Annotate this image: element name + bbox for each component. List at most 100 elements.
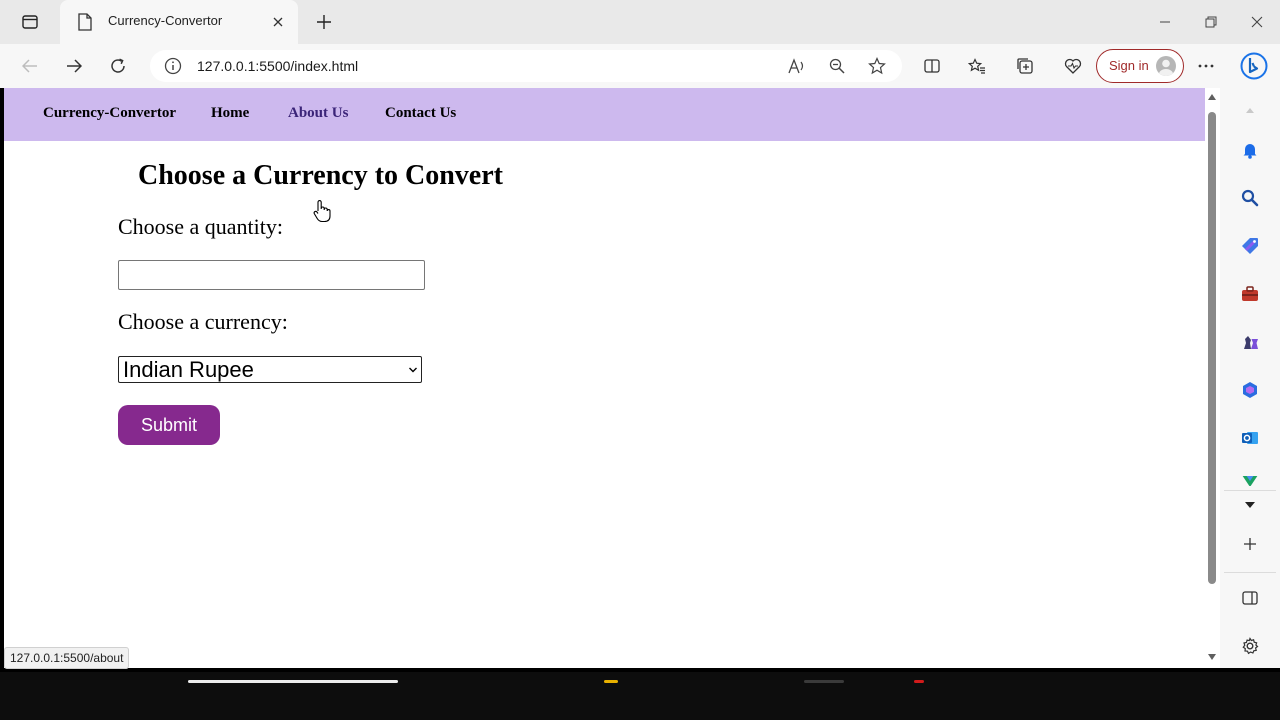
scroll-up-arrow-icon[interactable]: [1208, 94, 1216, 100]
submit-button[interactable]: Submit: [118, 405, 220, 445]
refresh-button[interactable]: [104, 52, 132, 80]
close-icon: [273, 17, 283, 27]
outlook-icon: [1242, 432, 1258, 444]
sidebar-divider: [1224, 572, 1276, 573]
currency-selected-value: Indian Rupee: [123, 357, 254, 382]
arrow-left-icon: [22, 59, 37, 73]
chevron-down-icon: [1245, 502, 1255, 508]
page-favicon-icon: [78, 13, 92, 31]
office-icon: [1243, 382, 1257, 398]
tab-close-button[interactable]: [268, 12, 288, 32]
url-text[interactable]: 127.0.0.1:5500/index.html: [197, 58, 358, 74]
sidebar-scroll-up-icon[interactable]: [1245, 106, 1255, 114]
favorites-button[interactable]: [963, 52, 991, 80]
back-button[interactable]: [16, 52, 44, 80]
panel-icon: [1242, 591, 1258, 605]
sidebar-settings-button[interactable]: [1240, 636, 1260, 656]
sidebar-item-tools[interactable]: [1240, 284, 1260, 304]
bell-icon: [1243, 144, 1257, 159]
collections-button[interactable]: [1011, 52, 1039, 80]
copilot-button[interactable]: [1238, 50, 1270, 82]
minimize-button[interactable]: [1151, 10, 1179, 34]
briefcase-icon: [1242, 286, 1258, 301]
star-icon: [868, 57, 886, 75]
status-url-tooltip: 127.0.0.1:5500/about: [4, 647, 130, 669]
taskbar-app-icon[interactable]: [604, 680, 618, 683]
zoom-button[interactable]: [827, 56, 847, 76]
active-tab[interactable]: Currency-Convertor: [60, 0, 298, 44]
restore-icon: [1205, 16, 1217, 28]
read-aloud-icon: [788, 58, 804, 74]
browser-toolbar: 127.0.0.1:5500/index.html Sign in: [0, 44, 1280, 88]
plus-icon: [1244, 538, 1256, 550]
favorite-button[interactable]: [867, 56, 887, 76]
taskbar-app-icon[interactable]: [804, 680, 844, 683]
sidebar-item-shopping[interactable]: [1240, 236, 1260, 256]
sidebar-hide-button[interactable]: [1240, 588, 1260, 608]
sidebar-expand-button[interactable]: [1240, 495, 1260, 515]
chevron-down-icon: [409, 367, 417, 373]
sidebar-add-button[interactable]: [1240, 534, 1260, 554]
close-icon: [1251, 16, 1263, 28]
currency-label: Choose a currency:: [118, 309, 288, 334]
nav-brand-link[interactable]: Currency-Convertor: [43, 105, 176, 122]
nav-home-link[interactable]: Home: [211, 105, 249, 122]
read-aloud-button[interactable]: [787, 56, 807, 76]
sidebar-item-outlook[interactable]: [1240, 428, 1260, 448]
sidebar-item-office[interactable]: [1240, 380, 1260, 400]
arrow-right-icon: [67, 59, 82, 73]
browser-essentials-button[interactable]: [1059, 52, 1087, 80]
new-tab-button[interactable]: [312, 11, 336, 33]
tab-actions-button[interactable]: [16, 12, 44, 32]
forward-button[interactable]: [60, 52, 88, 80]
scroll-down-arrow-icon[interactable]: [1208, 654, 1216, 660]
info-icon[interactable]: [164, 57, 182, 75]
edge-sidebar: [1220, 88, 1280, 668]
address-bar[interactable]: 127.0.0.1:5500/index.html: [150, 50, 902, 82]
quantity-label: Choose a quantity:: [118, 214, 283, 239]
search-icon: [1241, 189, 1259, 207]
currency-select[interactable]: Indian Rupee: [118, 356, 422, 383]
os-taskbar: [0, 672, 1280, 720]
tab-actions-icon: [22, 15, 38, 29]
refresh-icon: [111, 58, 125, 73]
site-navbar: Currency-Convertor Home About Us Contact…: [4, 88, 1205, 141]
nav-about-link[interactable]: About Us: [288, 105, 348, 122]
sidebar-item-notifications[interactable]: [1240, 140, 1260, 160]
sidebar-item-drive[interactable]: [1240, 476, 1260, 486]
quantity-input[interactable]: [118, 260, 425, 290]
settings-more-button[interactable]: [1192, 52, 1220, 80]
nav-contact-link[interactable]: Contact Us: [385, 105, 456, 122]
sign-in-button[interactable]: Sign in: [1096, 49, 1184, 83]
heart-pulse-icon: [1064, 58, 1082, 74]
favorites-icon: [968, 58, 985, 74]
avatar: [1156, 56, 1176, 76]
drive-icon: [1242, 476, 1258, 486]
sidebar-item-games[interactable]: [1240, 332, 1260, 352]
page-scrollbar[interactable]: [1205, 88, 1220, 668]
taskbar-app-icon[interactable]: [914, 680, 924, 683]
collections-icon: [1017, 58, 1033, 74]
sidebar-divider: [1224, 490, 1276, 491]
split-screen-icon: [924, 59, 940, 73]
plus-icon: [317, 15, 331, 29]
tag-icon: [1242, 238, 1258, 254]
settings-icon: [1242, 637, 1259, 655]
hand-pointer-icon: [313, 200, 331, 223]
restore-button[interactable]: [1197, 10, 1225, 34]
scrollbar-thumb[interactable]: [1208, 112, 1216, 584]
page-viewport: Currency-Convertor Home About Us Contact…: [4, 88, 1205, 668]
bing-icon: [1240, 52, 1268, 80]
sign-in-label: Sign in: [1109, 58, 1149, 73]
split-screen-button[interactable]: [918, 52, 946, 80]
person-icon: [1159, 59, 1173, 76]
close-window-button[interactable]: [1243, 10, 1271, 34]
more-icon: [1198, 64, 1214, 68]
taskbar-search-box[interactable]: [188, 680, 398, 683]
sidebar-item-search[interactable]: [1240, 188, 1260, 208]
tab-strip: Currency-Convertor: [0, 0, 1280, 44]
tab-title: Currency-Convertor: [108, 13, 223, 28]
zoom-out-icon: [829, 58, 845, 74]
minimize-icon: [1160, 21, 1170, 23]
browser-window: Currency-Convertor 127.0.0.1:5500/index.…: [0, 0, 1280, 720]
